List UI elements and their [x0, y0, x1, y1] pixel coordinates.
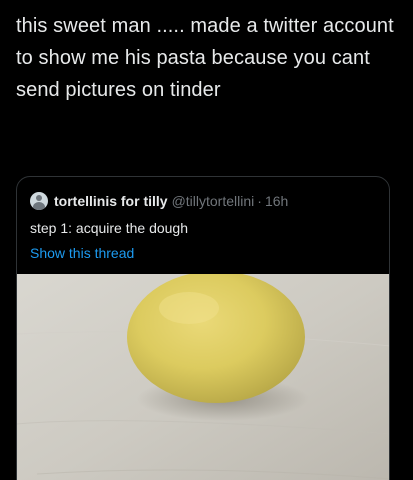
show-thread-link[interactable]: Show this thread	[30, 244, 134, 262]
default-avatar-icon[interactable]	[30, 192, 48, 210]
quoted-timestamp[interactable]: 16h	[265, 193, 288, 209]
tweet-text: this sweet man ..... made a twitter acco…	[16, 15, 394, 101]
quoted-display-name[interactable]: tortellinis for tilly	[54, 193, 168, 209]
quoted-tweet-header: tortellinis for tilly @tillytortellini ·…	[30, 191, 288, 211]
header-separator: ·	[257, 193, 262, 209]
dough-ball-image	[17, 274, 389, 480]
tweet-screenshot: this sweet man ..... made a twitter acco…	[0, 0, 413, 480]
dough-ball-photo[interactable]	[17, 274, 389, 480]
quoted-handle[interactable]: @tillytortellini	[172, 193, 255, 209]
quoted-tweet-text: step 1: acquire the dough	[30, 220, 189, 236]
quoted-tweet-card[interactable]: tortellinis for tilly @tillytortellini ·…	[16, 176, 390, 480]
